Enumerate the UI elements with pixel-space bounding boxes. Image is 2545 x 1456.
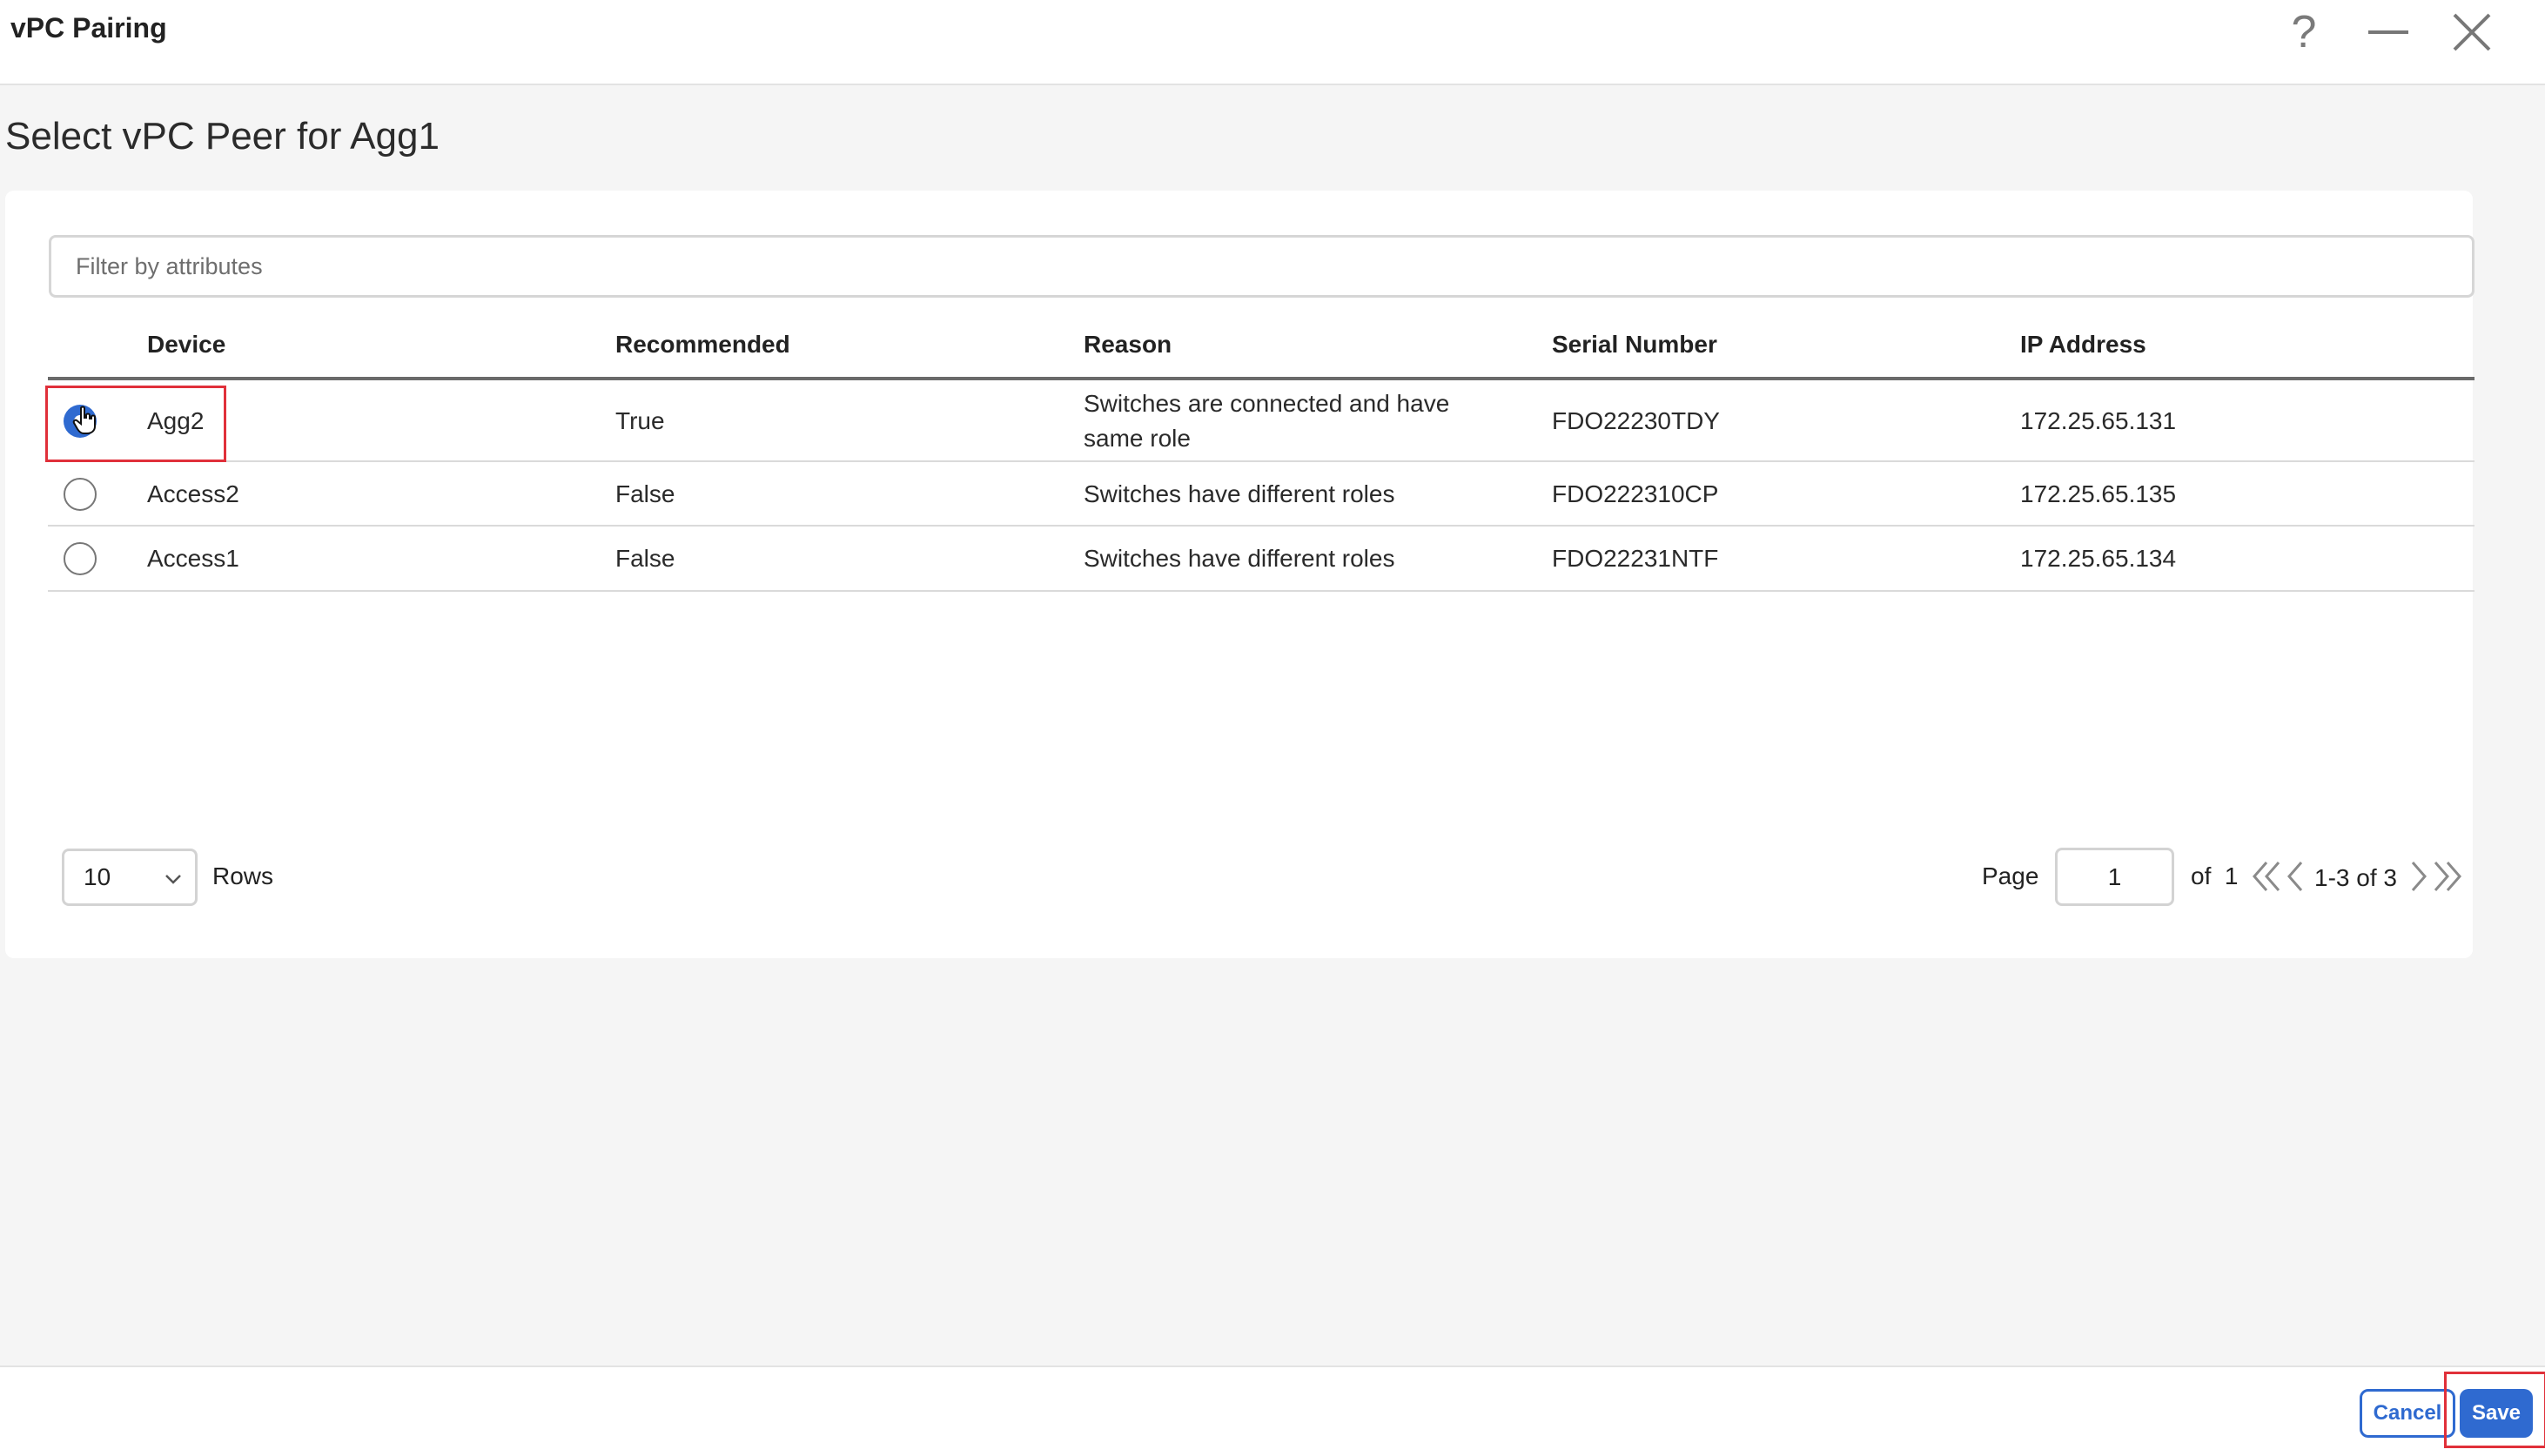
cell-reason: Switches have different roles — [1084, 545, 1395, 572]
cell-serial-number: FDO22230TDY — [1552, 407, 1720, 434]
filter-input[interactable] — [49, 235, 2474, 298]
prev-page-icon[interactable] — [2282, 857, 2308, 896]
chevron-down-icon — [165, 875, 181, 884]
last-page-icon[interactable] — [2430, 857, 2465, 896]
column-header-reason[interactable]: Reason — [1084, 331, 1172, 359]
row-radio[interactable] — [64, 542, 97, 575]
peer-selection-card: Device Recommended Reason Serial Number … — [5, 191, 2474, 958]
cell-serial-number: FDO22231NTF — [1552, 545, 1719, 572]
cell-device: Agg2 — [147, 407, 205, 434]
help-icon[interactable]: ? — [2286, 9, 2321, 56]
rows-per-page-value: 10 — [84, 863, 111, 890]
rows-per-page-select[interactable]: 10 — [62, 849, 198, 906]
cell-reason-line: Switches are connected and have — [1084, 390, 1450, 417]
next-page-icon[interactable] — [2406, 857, 2432, 896]
cell-device: Access2 — [147, 480, 239, 507]
row-radio-selected[interactable] — [64, 405, 97, 438]
rows-label: Rows — [212, 862, 274, 889]
window-header: vPC Pairing ? — [0, 0, 2545, 85]
column-header-recommended[interactable]: Recommended — [615, 331, 790, 359]
column-header-ip-address[interactable]: IP Address — [2020, 331, 2146, 359]
cell-ip-address: 172.25.65.135 — [2020, 480, 2177, 507]
save-button[interactable]: Save — [2460, 1389, 2533, 1438]
cancel-button[interactable]: Cancel — [2360, 1389, 2455, 1438]
page-range-label: 1-3 of 3 — [2314, 864, 2397, 891]
column-header-serial-number[interactable]: Serial Number — [1552, 331, 1717, 359]
of-label: of — [2191, 862, 2212, 889]
cell-reason: Switches are connected and have same rol… — [1084, 386, 1449, 456]
cell-ip-address: 172.25.65.134 — [2020, 545, 2177, 572]
total-pages-label: of 1 — [2191, 862, 2239, 890]
row-radio[interactable] — [64, 478, 97, 511]
cell-reason: Switches have different roles — [1084, 480, 1395, 507]
dialog-footer: Cancel Save — [0, 1365, 2545, 1456]
table-row[interactable]: Access2 False Switches have different ro… — [48, 462, 2474, 527]
table-row[interactable]: Access1 False Switches have different ro… — [48, 527, 2474, 592]
window-title: vPC Pairing — [10, 12, 167, 44]
cell-recommended: True — [615, 407, 665, 434]
total-pages: 1 — [2224, 862, 2239, 889]
cell-serial-number: FDO222310CP — [1552, 480, 1719, 507]
cell-device: Access1 — [147, 545, 239, 572]
page-number-input[interactable] — [2055, 848, 2174, 906]
cell-recommended: False — [615, 480, 675, 507]
page-title: Select vPC Peer for Agg1 — [5, 115, 440, 158]
column-header-device[interactable]: Device — [147, 331, 225, 359]
page-label: Page — [1982, 862, 2039, 889]
minimize-icon[interactable] — [2367, 9, 2410, 56]
cell-reason-line: same role — [1084, 425, 1191, 452]
table-row[interactable]: Agg2 True Switches are connected and hav… — [45, 380, 2474, 462]
cell-ip-address: 172.25.65.131 — [2020, 407, 2177, 434]
close-icon[interactable] — [2450, 9, 2494, 56]
cell-recommended: False — [615, 545, 675, 572]
first-page-icon[interactable] — [2249, 857, 2284, 896]
